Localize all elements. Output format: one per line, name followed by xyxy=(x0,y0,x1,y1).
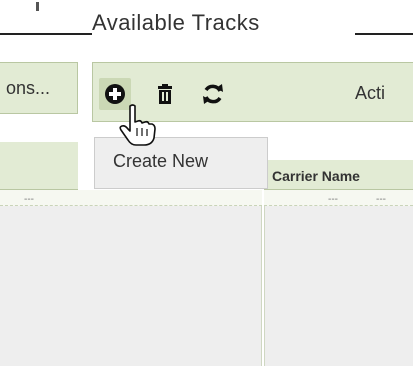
carrier-name-column-header[interactable]: Carrier Name xyxy=(272,168,360,184)
actions-menu[interactable]: Acti xyxy=(355,83,385,104)
filter-cell[interactable]: --- xyxy=(24,194,34,205)
left-toolbar: ons... xyxy=(0,62,78,114)
trash-icon xyxy=(158,84,172,104)
plus-circle-icon xyxy=(105,84,125,104)
refresh-button[interactable] xyxy=(197,78,229,110)
decorative-mark xyxy=(36,2,39,11)
left-toolbar-button[interactable]: ons... xyxy=(6,78,50,99)
legend-rule-left xyxy=(0,33,92,35)
hand-cursor-icon xyxy=(119,104,156,146)
legend-rule-right xyxy=(355,33,413,35)
main-grid-body xyxy=(0,190,262,366)
refresh-icon xyxy=(203,84,223,104)
filter-cell[interactable]: --- xyxy=(328,194,338,205)
filter-row-right[interactable]: --- --- xyxy=(264,190,413,206)
section-title: Available Tracks xyxy=(92,10,260,35)
left-grid-header xyxy=(0,142,78,190)
filter-cell[interactable]: --- xyxy=(376,194,386,205)
right-grid-header: Carrier Name xyxy=(264,160,413,190)
right-grid-body xyxy=(264,190,413,366)
filter-row[interactable]: --- xyxy=(0,190,262,206)
